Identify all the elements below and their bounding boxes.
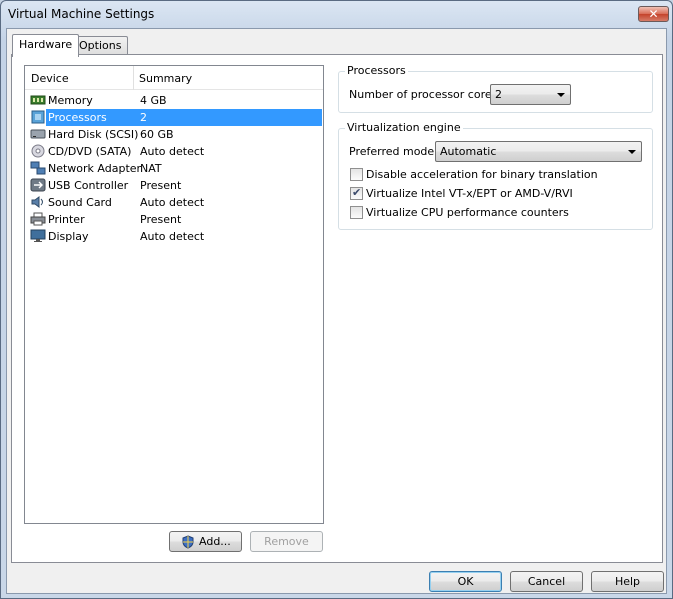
- cores-select[interactable]: 2: [490, 84, 571, 105]
- column-header-device[interactable]: Device: [31, 72, 69, 85]
- virtualize-vtx-checkbox[interactable]: ✔: [350, 186, 363, 200]
- processors-group-title: Processors: [345, 64, 408, 77]
- device-summary: Present: [140, 213, 182, 226]
- device-name: Processors: [48, 111, 107, 124]
- processor-icon: [31, 110, 45, 124]
- help-button[interactable]: Help: [591, 571, 664, 592]
- cd-dvd-icon: [31, 144, 45, 158]
- device-row-memory[interactable]: Memory 4 GB: [26, 92, 322, 109]
- device-name: Memory: [48, 94, 93, 107]
- ok-button[interactable]: OK: [429, 571, 502, 592]
- device-summary: Present: [140, 179, 182, 192]
- tab-hardware[interactable]: Hardware: [12, 34, 80, 57]
- printer-icon: [30, 212, 46, 226]
- chevron-down-icon: [628, 150, 636, 154]
- cancel-button[interactable]: Cancel: [510, 571, 583, 592]
- device-name: Sound Card: [48, 196, 112, 209]
- display-icon: [30, 229, 46, 242]
- virtualize-vtx-label[interactable]: Virtualize Intel VT-x/EPT or AMD-V/RVI: [366, 187, 573, 200]
- device-row-processors[interactable]: Processors 2: [26, 109, 322, 126]
- disable-acceleration-label[interactable]: Disable acceleration for binary translat…: [366, 168, 598, 181]
- device-name: Display: [48, 230, 89, 243]
- device-summary: NAT: [140, 162, 162, 175]
- preferred-mode-value: Automatic: [440, 145, 497, 158]
- device-row-cd-dvd[interactable]: CD/DVD (SATA) Auto detect: [26, 143, 322, 160]
- device-row-sound-card[interactable]: Sound Card Auto detect: [26, 194, 322, 211]
- device-row-printer[interactable]: Printer Present: [26, 211, 322, 228]
- device-summary: Auto detect: [140, 145, 205, 158]
- dialog-body: Hardware Options Device Summary Memory 4…: [6, 28, 667, 594]
- add-button[interactable]: Add...: [169, 531, 242, 552]
- network-adapter-icon: [30, 161, 46, 175]
- column-header-summary[interactable]: Summary: [139, 72, 192, 85]
- device-list-header: Device Summary: [25, 66, 323, 90]
- processors-group: Processors Number of processor cores: 2: [338, 64, 653, 113]
- usb-controller-icon: [30, 178, 46, 192]
- uac-shield-icon: [182, 535, 194, 549]
- preferred-mode-select[interactable]: Automatic: [435, 141, 642, 162]
- device-summary: Auto detect: [140, 230, 205, 243]
- device-row-hard-disk[interactable]: Hard Disk (SCSI) 60 GB: [26, 126, 322, 143]
- device-row-display[interactable]: Display Auto detect: [26, 228, 322, 245]
- disable-acceleration-checkbox[interactable]: [350, 168, 363, 181]
- device-row-network-adapter[interactable]: Network Adapter NAT: [26, 160, 322, 177]
- hardware-panel: Device Summary Memory 4 GB Processors 2: [11, 54, 663, 563]
- remove-button[interactable]: Remove: [250, 531, 323, 552]
- tab-options[interactable]: Options: [72, 36, 129, 56]
- device-name: Network Adapter: [48, 162, 142, 175]
- cores-value: 2: [495, 88, 502, 101]
- device-summary: 2: [140, 111, 147, 124]
- device-row-usb-controller[interactable]: USB Controller Present: [26, 177, 322, 194]
- device-name: USB Controller: [48, 179, 129, 192]
- dialog-window: Virtual Machine Settings ✕ Hardware Opti…: [0, 0, 673, 599]
- chevron-down-icon: [557, 93, 565, 97]
- device-summary: 60 GB: [140, 128, 174, 141]
- device-name: Hard Disk (SCSI): [48, 128, 139, 141]
- device-summary: Auto detect: [140, 196, 205, 209]
- virtualization-engine-group: Virtualization engine Preferred mode: Au…: [338, 121, 653, 230]
- device-summary: 4 GB: [140, 94, 167, 107]
- checkmark-icon: ✔: [352, 186, 362, 199]
- close-button[interactable]: ✕: [638, 6, 669, 22]
- device-name: Printer: [48, 213, 85, 226]
- title-bar[interactable]: Virtual Machine Settings ✕: [1, 1, 672, 29]
- cores-label: Number of processor cores:: [349, 88, 502, 101]
- preferred-mode-label: Preferred mode:: [349, 145, 438, 158]
- hard-disk-icon: [30, 129, 46, 139]
- virtualize-perf-counters-checkbox[interactable]: [350, 206, 363, 219]
- device-list[interactable]: Device Summary Memory 4 GB Processors 2: [24, 65, 324, 524]
- device-name: CD/DVD (SATA): [48, 145, 132, 158]
- add-button-label: Add...: [199, 535, 231, 548]
- virtualize-perf-counters-label[interactable]: Virtualize CPU performance counters: [366, 206, 569, 219]
- memory-icon: [30, 95, 46, 105]
- window-title: Virtual Machine Settings: [8, 7, 155, 21]
- sound-card-icon: [31, 196, 43, 208]
- virtualization-group-title: Virtualization engine: [345, 121, 463, 134]
- column-divider[interactable]: [133, 66, 134, 90]
